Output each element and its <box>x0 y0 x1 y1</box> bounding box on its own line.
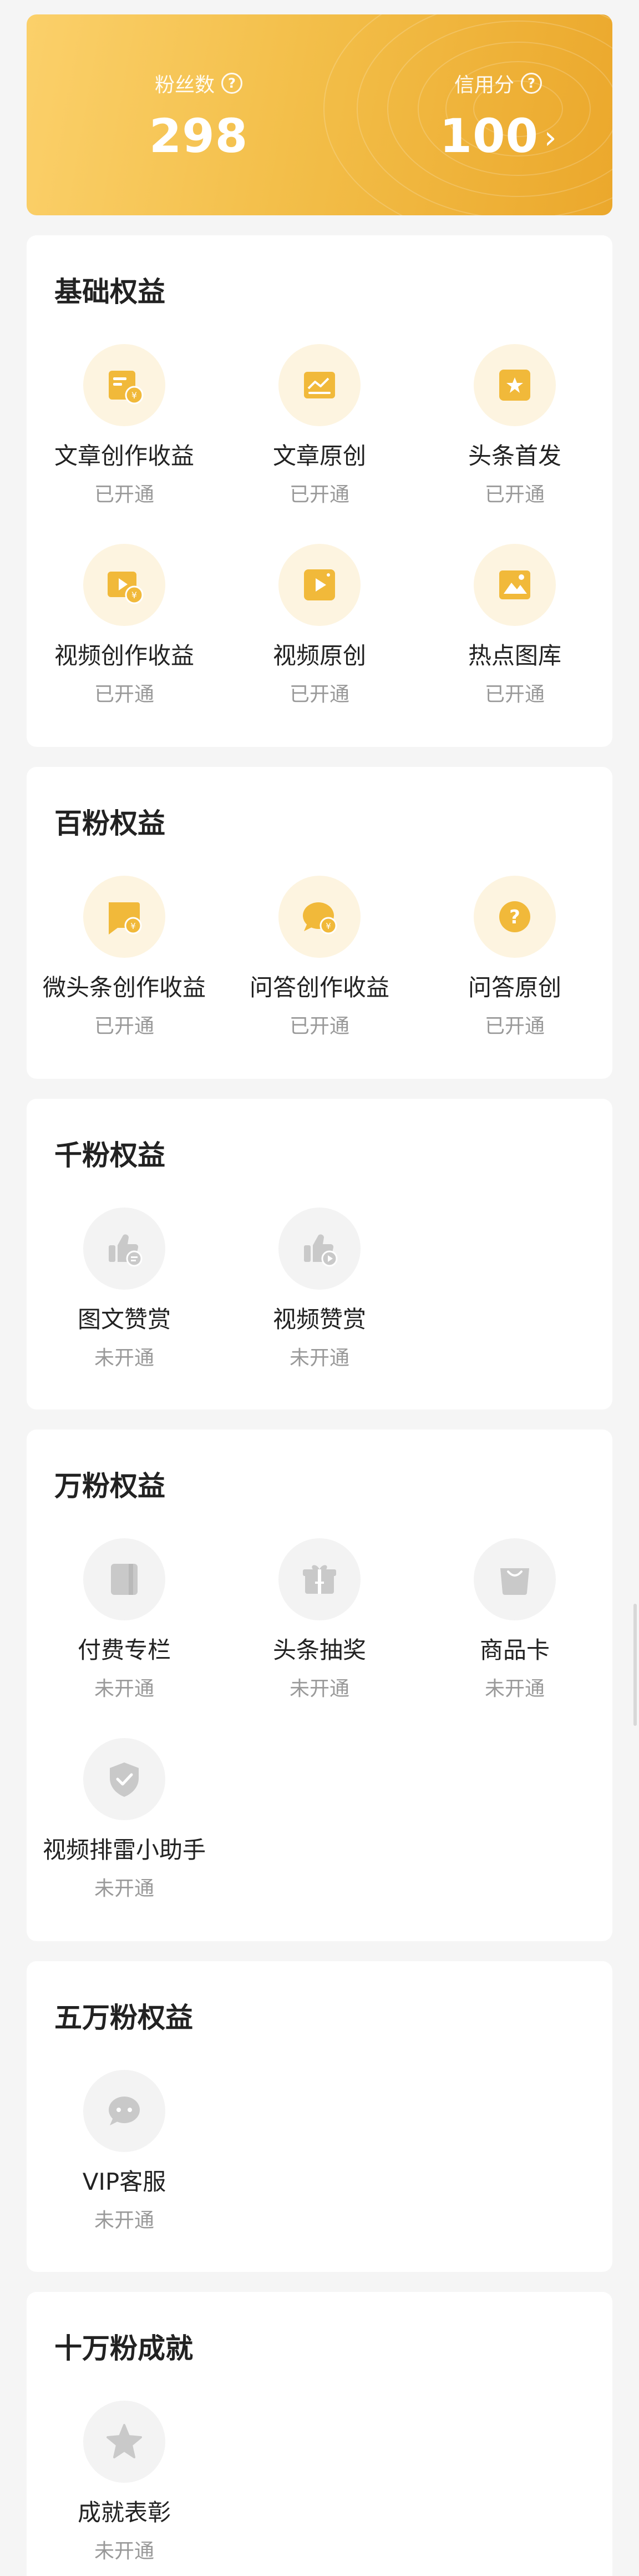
chevron-right-icon[interactable]: › <box>544 120 556 156</box>
benefit-item[interactable]: ¥ 视频创作收益 已开通 <box>27 544 222 707</box>
benefit-label: 视频赞赏 <box>272 1306 366 1333</box>
benefit-status: 已开通 <box>289 683 349 706</box>
benefit-status: 已开通 <box>484 1015 545 1038</box>
benefit-item[interactable]: 头条首发 已开通 <box>417 344 612 507</box>
section-title: 基础权益 <box>54 276 165 308</box>
benefit-item[interactable]: 商品卡 未开通 <box>417 1538 612 1701</box>
stats-card: 粉丝数 ? 298 信用分 ? 100 › <box>27 14 612 215</box>
credit-stat[interactable]: 信用分 ? 100 › <box>426 70 570 163</box>
benefit-status: 未开通 <box>94 2540 154 2563</box>
benefit-label: 文章创作收益 <box>54 442 194 469</box>
benefit-label: 商品卡 <box>479 1636 550 1664</box>
qa-income-icon: ¥ <box>278 876 361 958</box>
benefit-status: 已开通 <box>94 1015 154 1038</box>
page: 粉丝数 ? 298 信用分 ? 100 › 基础权益 ¥ 文章创作收益 已开通 … <box>0 0 639 2576</box>
section-100000-fans-achievement: 十万粉成就 成就表彰 未开通 <box>27 2292 612 2576</box>
benefit-label: 微头条创作收益 <box>42 974 206 1001</box>
benefit-status: 未开通 <box>289 1347 349 1370</box>
benefit-item[interactable]: ? 问答原创 已开通 <box>417 876 612 1039</box>
benefit-item[interactable]: VIP客服 未开通 <box>27 2070 222 2233</box>
benefit-item[interactable]: ¥ 问答创作收益 已开通 <box>222 876 417 1039</box>
section-10000-fans-benefits: 万粉权益 付费专栏 未开通 头条抽奖 未开通 商品卡 未开通 视频排雷小助手 未… <box>27 1430 612 1941</box>
benefit-label: 头条抽奖 <box>272 1636 366 1664</box>
section-title: 千粉权益 <box>54 1139 165 1171</box>
benefit-status: 未开通 <box>94 2209 154 2232</box>
section-title: 五万粉权益 <box>54 2002 193 2034</box>
paid-column-icon <box>83 1538 165 1620</box>
section-100-fans-benefits: 百粉权益 ¥ 微头条创作收益 已开通 ¥ 问答创作收益 已开通 ? 问答原创 已… <box>27 767 612 1079</box>
benefit-item[interactable]: 头条抽奖 未开通 <box>222 1538 417 1701</box>
benefit-status: 未开通 <box>94 1877 154 1900</box>
section-title: 十万粉成就 <box>54 2332 193 2365</box>
benefit-status: 已开通 <box>484 683 545 706</box>
benefit-status: 已开通 <box>94 483 154 506</box>
vip-service-icon <box>83 2070 165 2152</box>
benefit-status: 已开通 <box>94 683 154 706</box>
article-tip-icon <box>83 1208 165 1290</box>
video-income-icon: ¥ <box>83 544 165 626</box>
svg-text:¥: ¥ <box>131 390 137 401</box>
qa-original-icon: ? <box>474 876 556 958</box>
benefit-label: 头条首发 <box>468 442 561 469</box>
benefit-label: 视频原创 <box>272 642 366 669</box>
help-icon[interactable]: ? <box>521 73 542 94</box>
benefit-status: 未开通 <box>289 1678 349 1700</box>
benefit-item[interactable]: 图文赞赏 未开通 <box>27 1208 222 1371</box>
fans-label: 粉丝数 <box>154 74 215 97</box>
section-50000-fans-benefits: 五万粉权益 VIP客服 未开通 <box>27 1961 612 2272</box>
svg-text:¥: ¥ <box>130 921 136 931</box>
svg-text:¥: ¥ <box>326 921 331 931</box>
benefit-status: 已开通 <box>289 1015 349 1038</box>
image-library-icon <box>474 544 556 626</box>
benefit-status: 未开通 <box>484 1678 545 1700</box>
benefit-label: 图文赞赏 <box>77 1306 171 1333</box>
benefit-label: 热点图库 <box>468 642 561 669</box>
benefit-item[interactable]: 视频赞赏 未开通 <box>222 1208 417 1371</box>
benefit-status: 已开通 <box>484 483 545 506</box>
section-title: 万粉权益 <box>54 1470 165 1502</box>
fans-count: 298 <box>149 109 248 163</box>
product-card-icon <box>474 1538 556 1620</box>
article-income-icon: ¥ <box>83 344 165 426</box>
credit-label: 信用分 <box>454 74 514 97</box>
benefit-label: 视频排雷小助手 <box>42 1836 206 1863</box>
benefit-item[interactable]: 视频排雷小助手 未开通 <box>27 1738 222 1901</box>
video-tip-icon <box>278 1208 361 1290</box>
fans-stat[interactable]: 粉丝数 ? 298 <box>126 70 271 163</box>
benefit-label: 问答原创 <box>468 974 561 1001</box>
help-icon[interactable]: ? <box>221 73 242 94</box>
svg-text:?: ? <box>509 906 520 928</box>
achievement-star-icon <box>83 2401 165 2483</box>
benefit-status: 未开通 <box>94 1347 154 1370</box>
micro-headline-income-icon: ¥ <box>83 876 165 958</box>
lottery-gift-icon <box>278 1538 361 1620</box>
benefit-item[interactable]: 热点图库 已开通 <box>417 544 612 707</box>
benefit-label: VIP客服 <box>82 2168 166 2195</box>
benefit-label: 问答创作收益 <box>249 974 389 1001</box>
benefit-item[interactable]: 文章原创 已开通 <box>222 344 417 507</box>
benefit-status: 已开通 <box>289 483 349 506</box>
section-basic-benefits: 基础权益 ¥ 文章创作收益 已开通 文章原创 已开通 头条首发 已开通 ¥ 视频… <box>27 235 612 747</box>
benefit-status: 未开通 <box>94 1678 154 1700</box>
benefit-label: 成就表彰 <box>77 2499 171 2526</box>
benefit-item[interactable]: 成就表彰 未开通 <box>27 2401 222 2564</box>
benefit-label: 视频创作收益 <box>54 642 194 669</box>
article-original-icon <box>278 344 361 426</box>
benefit-item[interactable]: ¥ 文章创作收益 已开通 <box>27 344 222 507</box>
credit-score: 100 <box>439 109 539 163</box>
section-title: 百粉权益 <box>54 807 165 840</box>
benefit-item[interactable]: 付费专栏 未开通 <box>27 1538 222 1701</box>
benefit-label: 文章原创 <box>272 442 366 469</box>
video-shield-icon <box>83 1738 165 1820</box>
benefit-label: 付费专栏 <box>77 1636 171 1664</box>
benefit-item[interactable]: ¥ 微头条创作收益 已开通 <box>27 876 222 1039</box>
benefit-item[interactable]: 视频原创 已开通 <box>222 544 417 707</box>
headline-first-icon <box>474 344 556 426</box>
scrollbar[interactable] <box>633 1604 637 1726</box>
section-1000-fans-benefits: 千粉权益 图文赞赏 未开通 视频赞赏 未开通 <box>27 1099 612 1410</box>
video-original-icon <box>278 544 361 626</box>
svg-text:¥: ¥ <box>131 590 137 600</box>
